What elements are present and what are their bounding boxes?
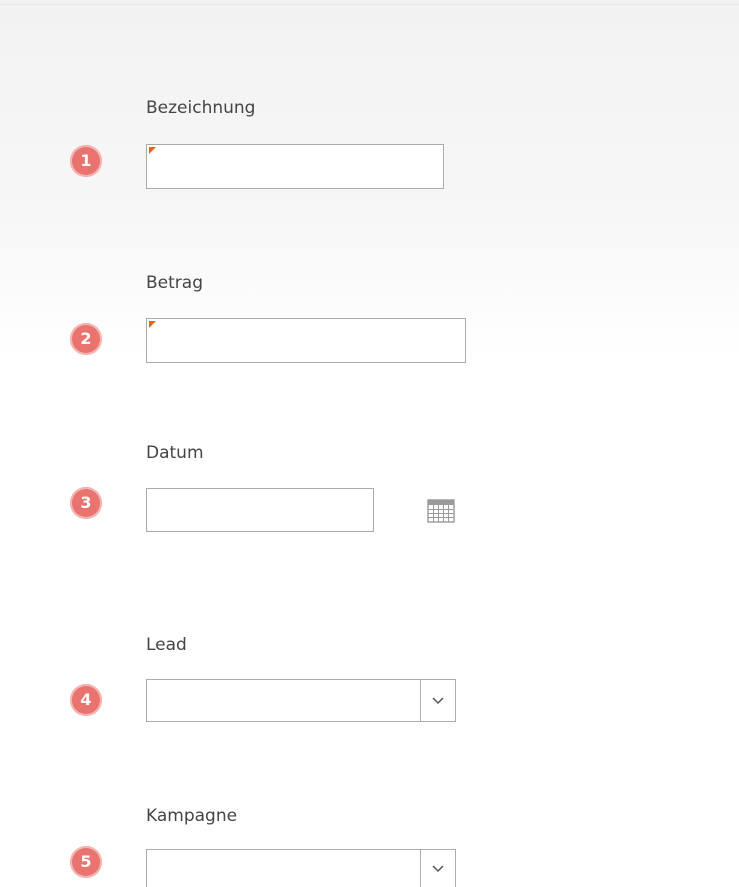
calendar-icon[interactable] xyxy=(426,497,456,525)
label-lead: Lead xyxy=(146,635,187,655)
step-badge-1: 1 xyxy=(70,145,102,177)
label-bezeichnung: Bezeichnung xyxy=(146,98,256,118)
required-marker-icon xyxy=(149,321,156,328)
top-divider xyxy=(0,4,739,5)
step-badge-2: 2 xyxy=(70,323,102,355)
required-marker-icon xyxy=(149,147,156,154)
step-badge-4: 4 xyxy=(70,684,102,716)
bezeichnung-input[interactable] xyxy=(146,144,444,189)
chevron-down-icon xyxy=(432,696,444,704)
label-kampagne: Kampagne xyxy=(146,806,238,826)
lead-dropdown-button[interactable] xyxy=(420,680,455,721)
lead-lookup[interactable] xyxy=(146,679,456,722)
kampagne-dropdown-button[interactable] xyxy=(420,850,455,887)
step-badge-5: 5 xyxy=(70,846,102,878)
chevron-down-icon xyxy=(432,864,444,872)
betrag-input[interactable] xyxy=(146,318,466,363)
kampagne-lookup[interactable] xyxy=(146,849,456,887)
label-betrag: Betrag xyxy=(146,273,203,293)
calendar-icon-svg xyxy=(427,499,455,523)
label-datum: Datum xyxy=(146,443,204,463)
step-badge-3: 3 xyxy=(70,487,102,519)
datum-input[interactable] xyxy=(146,488,374,532)
